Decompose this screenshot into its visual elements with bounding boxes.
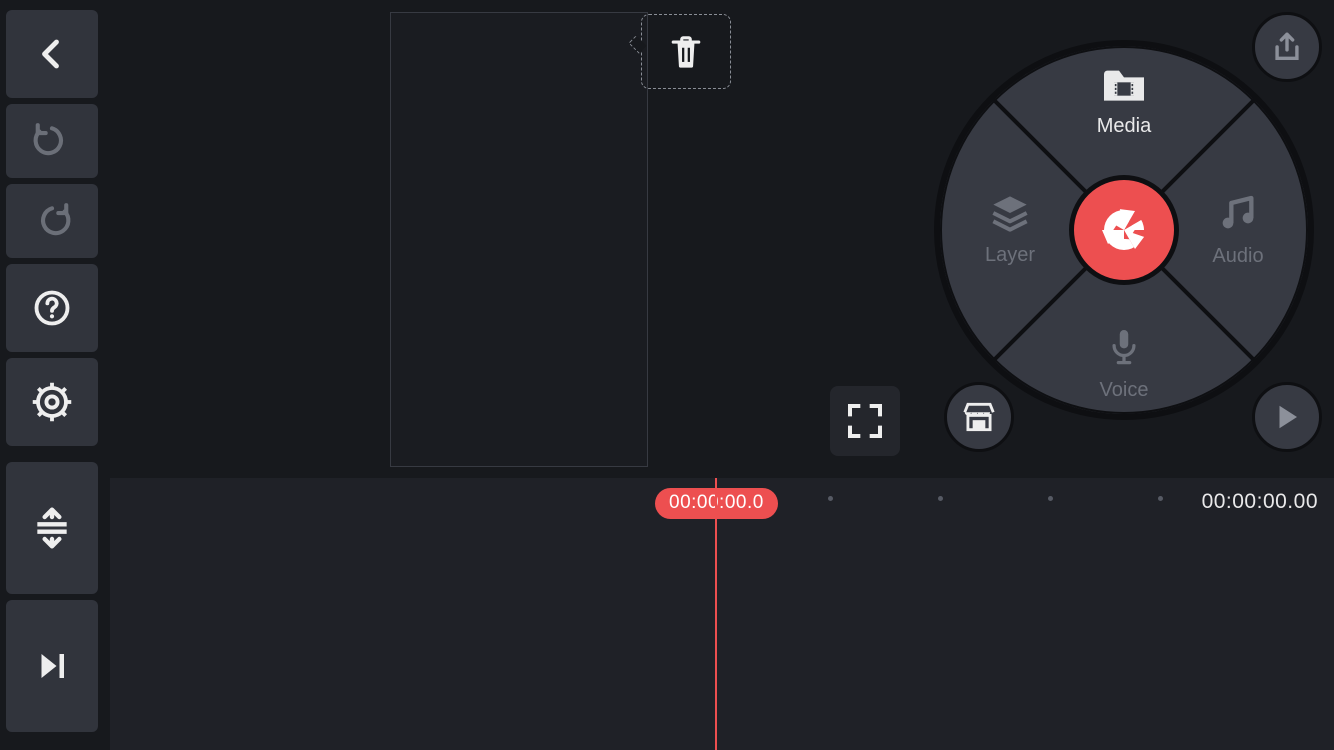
timeline-tick <box>828 496 833 501</box>
undo-icon <box>33 122 71 160</box>
wheel-voice-label: Voice <box>1064 379 1184 402</box>
undo-button[interactable] <box>6 104 98 178</box>
microphone-icon <box>1107 326 1141 368</box>
preview-canvas[interactable] <box>390 12 648 467</box>
expand-vertical-icon <box>30 506 74 550</box>
trash-icon <box>669 33 703 71</box>
video-editor-app: Media Layer Audio <box>0 0 1334 750</box>
left-sidebar <box>6 10 98 732</box>
layers-icon <box>988 193 1032 233</box>
delete-clip-button[interactable] <box>641 14 731 89</box>
help-circle-icon <box>32 288 72 328</box>
redo-button[interactable] <box>6 184 98 258</box>
wheel-layer-label: Layer <box>950 244 1070 267</box>
timeline-tick <box>1048 496 1053 501</box>
aperture-icon <box>1100 206 1148 254</box>
settings-button[interactable] <box>6 358 98 446</box>
redo-icon <box>33 202 71 240</box>
step-forward-button[interactable] <box>6 600 98 732</box>
total-duration: 00:00:00.00 <box>1202 490 1318 514</box>
fullscreen-button[interactable] <box>830 386 900 456</box>
skip-forward-icon <box>34 648 70 684</box>
expand-tracks-button[interactable] <box>6 462 98 594</box>
wheel-capture-button[interactable] <box>1069 175 1179 285</box>
music-note-icon <box>1218 192 1258 234</box>
media-wheel: Media Layer Audio <box>934 40 1314 420</box>
fullscreen-icon <box>845 401 885 441</box>
preview-stage: Media Layer Audio <box>110 0 1334 478</box>
wheel-media-label: Media <box>1064 115 1184 138</box>
film-folder-icon <box>1100 64 1148 104</box>
back-button[interactable] <box>6 10 98 98</box>
timeline-tick <box>1158 496 1163 501</box>
timeline[interactable]: 00:00:00.0 00:00:00.00 <box>110 478 1334 750</box>
playhead-line[interactable] <box>715 478 717 750</box>
gear-icon <box>31 381 73 423</box>
timeline-tick <box>938 496 943 501</box>
chevron-left-icon <box>34 36 70 72</box>
help-button[interactable] <box>6 264 98 352</box>
wheel-voice-button[interactable]: Voice <box>1064 326 1184 402</box>
wheel-layer-button[interactable]: Layer <box>950 193 1070 267</box>
wheel-media-button[interactable]: Media <box>1064 64 1184 138</box>
wheel-audio-label: Audio <box>1178 245 1298 268</box>
wheel-audio-button[interactable]: Audio <box>1178 192 1298 268</box>
